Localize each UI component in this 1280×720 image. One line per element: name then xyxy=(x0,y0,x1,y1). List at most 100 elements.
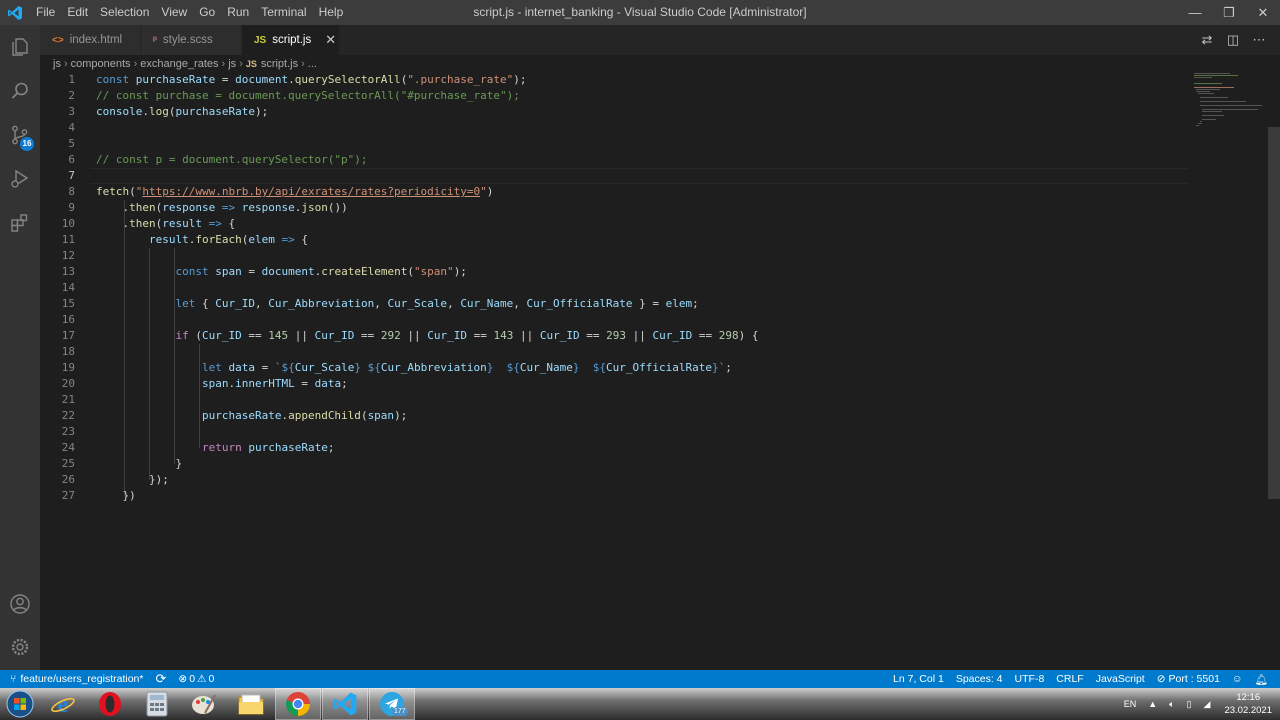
code-line: 20 span.innerHTML = data; xyxy=(40,376,1190,392)
line-ending[interactable]: CRLF xyxy=(1050,670,1089,688)
open-changes-icon[interactable]: ⇄ xyxy=(1194,27,1220,53)
api-url-link[interactable]: https://www.nbrb.by/api/exrates/rates?pe… xyxy=(142,185,480,198)
vscode-taskbar-icon[interactable] xyxy=(322,688,368,720)
feedback-icon[interactable]: ☺ xyxy=(1226,670,1249,688)
js-file-icon: JS xyxy=(254,34,267,46)
editor-tabs: <> index.html ᵖ style.scss JS script.js … xyxy=(40,25,1280,55)
encoding[interactable]: UTF-8 xyxy=(1009,670,1051,688)
telegram-icon[interactable]: 177 xyxy=(369,688,415,720)
notifications-bell-icon[interactable]: 🔔︎ xyxy=(1249,670,1280,688)
breadcrumb-item[interactable]: ... xyxy=(308,58,317,70)
line-number: 2 xyxy=(68,89,75,102)
more-actions-icon[interactable]: ⋯ xyxy=(1246,27,1272,53)
menu-go[interactable]: Go xyxy=(193,0,221,25)
run-debug-icon[interactable] xyxy=(0,157,40,201)
line-number: 15 xyxy=(61,297,75,310)
file-explorer-icon[interactable] xyxy=(228,688,274,720)
explorer-icon[interactable] xyxy=(0,25,40,69)
start-orb-icon[interactable] xyxy=(0,688,40,720)
line-number: 20 xyxy=(61,377,75,390)
minimap-line xyxy=(1198,93,1214,94)
minimap-line xyxy=(1198,123,1202,124)
breadcrumb-item[interactable]: exchange_rates xyxy=(140,58,218,70)
minimize-button[interactable]: — xyxy=(1178,0,1212,25)
network-icon[interactable]: ▯ xyxy=(1181,699,1198,710)
clock[interactable]: 12:16 23.02.2021 xyxy=(1216,691,1280,717)
line-number: 10 xyxy=(61,217,75,230)
line-number: 19 xyxy=(61,361,75,374)
extensions-icon[interactable] xyxy=(0,201,40,245)
chrome-icon[interactable] xyxy=(275,688,321,720)
breadcrumb-item[interactable]: js xyxy=(53,58,61,70)
menu-selection[interactable]: Selection xyxy=(94,0,155,25)
split-editor-icon[interactable]: ◫ xyxy=(1220,27,1246,53)
close-window-button[interactable]: ✕ xyxy=(1246,0,1280,25)
line-number: 4 xyxy=(68,121,75,134)
minimap-line xyxy=(1202,109,1258,110)
minimap[interactable] xyxy=(1192,72,1268,132)
menu-terminal[interactable]: Terminal xyxy=(255,0,312,25)
menu-run[interactable]: Run xyxy=(221,0,255,25)
code-editor[interactable]: 1 const purchaseRate = document.querySele… xyxy=(40,72,1268,670)
account-icon[interactable] xyxy=(0,582,40,626)
code-text: fetch("https://www.nbrb.by/api/exrates/r… xyxy=(96,185,494,198)
code-line: 26 }); xyxy=(40,472,1190,488)
minimap-line xyxy=(1194,77,1212,78)
system-tray: EN ▲ 🔈︎ ▯ ◢ 12:16 23.02.2021 xyxy=(1118,688,1280,720)
status-bar: ⑂ feature/users_registration* ⟳ ⊗ 0 ⚠ 0 … xyxy=(0,670,1280,688)
line-number: 21 xyxy=(61,393,75,406)
code-text: }) xyxy=(122,489,136,502)
paint-icon[interactable] xyxy=(181,688,227,720)
menu-help[interactable]: Help xyxy=(313,0,350,25)
code-line: 6 // const p = document.querySelector("p"… xyxy=(40,152,1190,168)
internet-explorer-icon[interactable]: e xyxy=(40,688,86,720)
breadcrumb-item[interactable]: components xyxy=(71,58,131,70)
calculator-icon[interactable] xyxy=(134,688,180,720)
windows-taskbar: e 177 EN ▲ 🔈︎ ▯ ◢ 12:16 23.02.2021 xyxy=(0,688,1280,720)
clock-time: 12:16 xyxy=(1236,692,1261,703)
breadcrumb-item[interactable]: js xyxy=(228,58,236,70)
minimap-line xyxy=(1202,115,1224,116)
indentation[interactable]: Spaces: 4 xyxy=(950,670,1009,688)
window-controls: — ❐ ✕ xyxy=(1178,0,1280,25)
warning-icon: ⚠ xyxy=(197,673,207,685)
code-line: 2 // const purchase = document.querySelec… xyxy=(40,88,1190,104)
show-hidden-icons-icon[interactable]: ▲ xyxy=(1142,699,1163,709)
volume-icon[interactable]: 🔈︎ xyxy=(1163,699,1180,710)
sync-button[interactable]: ⟳ xyxy=(149,670,172,688)
vertical-scrollbar[interactable] xyxy=(1268,72,1280,670)
language-mode[interactable]: JavaScript xyxy=(1090,670,1151,688)
cursor-position[interactable]: Ln 7, Col 1 xyxy=(887,670,950,688)
tab-style-scss[interactable]: ᵖ style.scss xyxy=(141,25,242,55)
line-number: 17 xyxy=(61,329,75,342)
live-server-port[interactable]: ⊘ Port : 5501 xyxy=(1151,670,1226,688)
tab-script-js[interactable]: JS script.js ✕ xyxy=(242,25,340,55)
input-language[interactable]: EN xyxy=(1118,699,1143,709)
breadcrumb-item[interactable]: script.js xyxy=(261,58,298,70)
branch-indicator[interactable]: ⑂ feature/users_registration* xyxy=(0,670,149,688)
status-bar-right: Ln 7, Col 1 Spaces: 4 UTF-8 CRLF JavaScr… xyxy=(887,670,1280,688)
html-file-icon: <> xyxy=(52,34,64,46)
line-number: 6 xyxy=(68,153,75,166)
error-icon: ⊗ xyxy=(178,673,188,685)
tab-index-html[interactable]: <> index.html xyxy=(40,25,141,55)
search-icon[interactable] xyxy=(0,69,40,113)
minimap-line xyxy=(1202,111,1222,112)
problems-indicator[interactable]: ⊗ 0 ⚠ 0 xyxy=(172,670,220,688)
menu-view[interactable]: View xyxy=(155,0,193,25)
settings-gear-icon[interactable] xyxy=(0,625,40,669)
code-line: 27 }) xyxy=(40,488,1190,504)
close-tab-icon[interactable]: ✕ xyxy=(325,32,336,48)
opera-icon[interactable] xyxy=(87,688,133,720)
line-number: 23 xyxy=(61,425,75,438)
maximize-button[interactable]: ❐ xyxy=(1212,0,1246,25)
scrollbar-thumb[interactable] xyxy=(1268,127,1280,499)
vscode-logo-icon xyxy=(0,0,30,25)
source-control-icon[interactable]: 16 xyxy=(0,113,40,157)
signal-icon[interactable]: ◢ xyxy=(1198,699,1217,710)
code-text: } xyxy=(175,457,183,470)
menu-file[interactable]: File xyxy=(30,0,61,25)
git-branch-icon: ⑂ xyxy=(10,673,17,685)
code-text: purchaseRate.appendChild(span); xyxy=(201,409,408,422)
menu-edit[interactable]: Edit xyxy=(61,0,94,25)
